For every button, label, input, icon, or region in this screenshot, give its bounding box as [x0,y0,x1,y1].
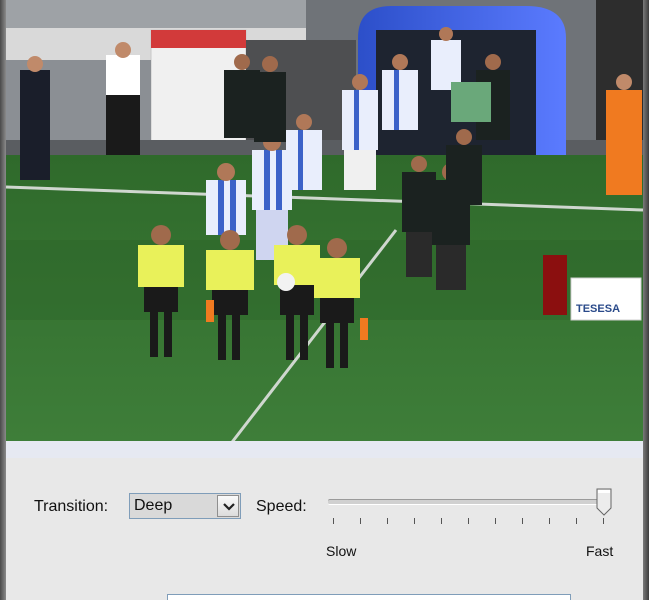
speed-min-label: Slow [326,543,357,559]
slider-tick [495,518,496,524]
partial-text-field[interactable] [167,594,571,600]
speed-max-label: Fast [586,543,614,559]
transition-select-value: Deep [134,497,173,514]
slider-tick [441,518,442,524]
slider-tick [576,518,577,524]
slider-tick [333,518,334,524]
slider-thumb-icon[interactable] [596,488,612,516]
slider-tick [522,518,523,524]
slider-tick [603,518,604,524]
image-transition-window: TESESA Transition: Deep Speed: Slow Fast [0,0,649,600]
speed-label: Speed: [256,498,307,515]
slider-tick [387,518,388,524]
transition-options-panel: Transition: Deep Speed: Slow Fast [6,458,643,600]
slider-tick [549,518,550,524]
chevron-down-icon[interactable] [217,495,239,517]
slider-tick [360,518,361,524]
window-frame-right [643,0,649,600]
transition-label: Transition: [34,498,109,515]
sponsor-text: TESESA [576,303,620,315]
slider-tick [468,518,469,524]
speed-slider[interactable] [328,499,610,505]
transition-select[interactable]: Deep [129,493,241,519]
preview-image: TESESA [6,0,643,458]
slider-tick [414,518,415,524]
